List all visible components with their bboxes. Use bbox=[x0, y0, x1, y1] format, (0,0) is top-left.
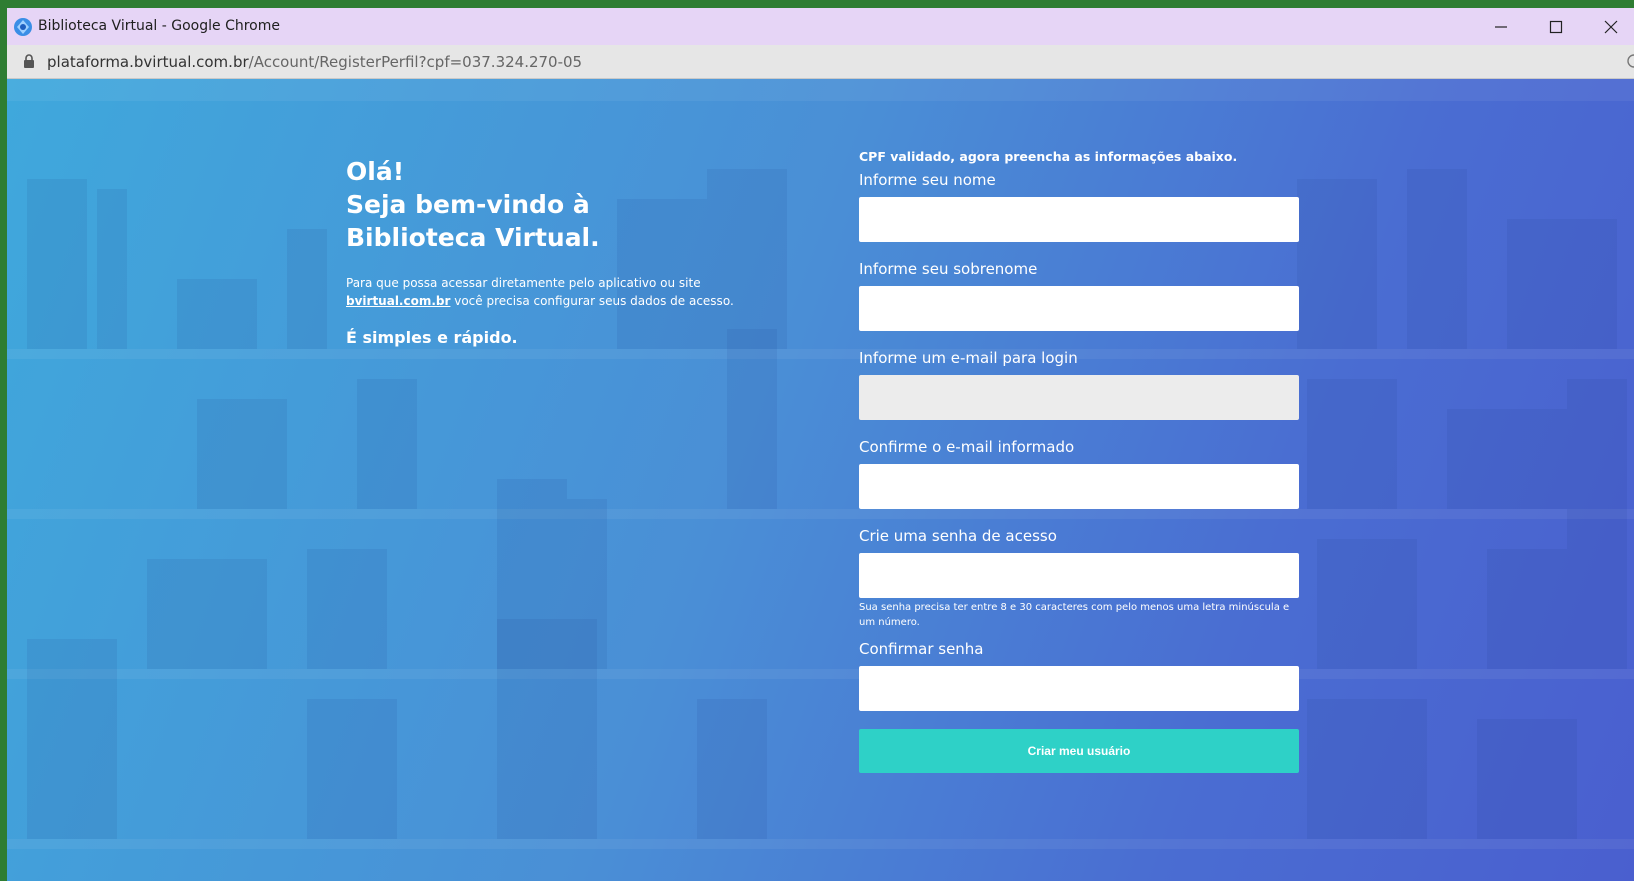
name-input[interactable] bbox=[859, 197, 1299, 242]
lock-icon bbox=[24, 54, 34, 68]
register-form: CPF validado, agora preencha as informaç… bbox=[859, 149, 1299, 773]
browser-window: Biblioteca Virtual - Google Chrome plata… bbox=[7, 8, 1634, 881]
name-label: Informe seu nome bbox=[859, 171, 996, 189]
welcome-heading-line1: Olá! bbox=[346, 157, 405, 186]
window-title: Biblioteca Virtual - Google Chrome bbox=[38, 18, 280, 34]
title-bar: Biblioteca Virtual - Google Chrome bbox=[7, 8, 1634, 45]
password-label: Crie uma senha de acesso bbox=[859, 527, 1057, 545]
close-button[interactable] bbox=[1588, 8, 1634, 45]
welcome-section: Olá! Seja bem-vindo à Biblioteca Virtual… bbox=[346, 155, 746, 347]
email-label: Informe um e-mail para login bbox=[859, 349, 1078, 367]
registration-page: Olá! Seja bem-vindo à Biblioteca Virtual… bbox=[7, 79, 1634, 881]
password-confirm-input[interactable] bbox=[859, 666, 1299, 711]
email-confirm-input[interactable] bbox=[859, 464, 1299, 509]
welcome-description: Para que possa acessar diretamente pelo … bbox=[346, 274, 746, 310]
welcome-heading-line2: Seja bem-vindo à bbox=[346, 190, 590, 219]
bookshelf-background bbox=[7, 79, 1634, 849]
url-path: /Account/RegisterPerfil?cpf=037.324.270-… bbox=[248, 53, 583, 71]
description-text: Para que possa acessar diretamente pelo … bbox=[346, 276, 701, 290]
cpf-validated-notice: CPF validado, agora preencha as informaç… bbox=[859, 149, 1238, 164]
email-confirm-label: Confirme o e-mail informado bbox=[859, 438, 1075, 456]
app-icon bbox=[14, 18, 32, 36]
url-text[interactable]: plataforma.bvirtual.com.br/Account/Regis… bbox=[47, 53, 582, 71]
maximize-button[interactable] bbox=[1533, 8, 1579, 45]
description-text-after: você precisa configurar seus dados de ac… bbox=[450, 294, 734, 308]
surname-input[interactable] bbox=[859, 286, 1299, 331]
tagline: É simples e rápido. bbox=[346, 328, 518, 347]
bvirtual-link[interactable]: bvirtual.com.br bbox=[346, 294, 450, 308]
url-host: plataforma.bvirtual.com.br bbox=[47, 53, 249, 71]
password-input[interactable] bbox=[859, 553, 1299, 598]
welcome-heading-line3: Biblioteca Virtual. bbox=[346, 223, 600, 252]
minimize-icon bbox=[1495, 25, 1507, 28]
password-confirm-label: Confirmar senha bbox=[859, 640, 984, 658]
address-bar[interactable]: plataforma.bvirtual.com.br/Account/Regis… bbox=[7, 45, 1634, 79]
create-user-button[interactable]: Criar meu usuário bbox=[859, 729, 1299, 773]
maximize-icon bbox=[1549, 20, 1563, 33]
minimize-button[interactable] bbox=[1478, 8, 1524, 45]
zoom-icon[interactable] bbox=[1626, 53, 1634, 69]
email-input[interactable] bbox=[859, 375, 1299, 420]
close-icon bbox=[1604, 20, 1618, 33]
password-hint: Sua senha precisa ter entre 8 e 30 carac… bbox=[859, 602, 1290, 628]
surname-label: Informe seu sobrenome bbox=[859, 260, 1038, 278]
